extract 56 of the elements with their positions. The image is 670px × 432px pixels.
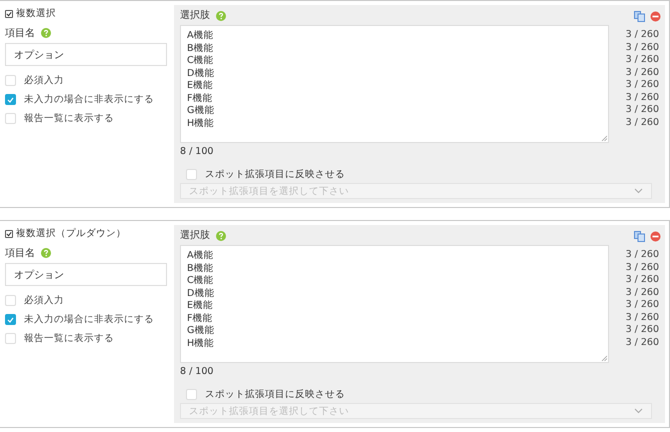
help-icon[interactable] — [216, 230, 226, 240]
choices-field[interactable]: A機能 B機能 C機能 D機能 E機能 F機能 G機能 H機能 — [180, 25, 609, 143]
char-count: 3 / 260 — [626, 274, 659, 286]
help-icon[interactable] — [216, 10, 226, 20]
resize-grip-icon[interactable] — [601, 135, 607, 141]
char-count: 3 / 260 — [626, 312, 659, 324]
checkbox-label: スポット拡張項目に反映させる — [205, 389, 345, 400]
checkbox[interactable] — [5, 10, 13, 18]
checkbox-label: 報告一覧に表示する — [24, 112, 114, 125]
copy-icon[interactable] — [634, 231, 645, 242]
char-count: 3 / 260 — [626, 42, 659, 54]
char-count: 3 / 260 — [626, 54, 659, 66]
char-count: 3 / 260 — [626, 66, 659, 79]
checkbox[interactable] — [5, 314, 16, 325]
choice-count: 8 / 100 — [180, 366, 214, 377]
checkmark-icon — [7, 96, 14, 102]
field-label: 項目名 — [5, 27, 35, 40]
field-type-label: 複数選択（プルダウン） — [16, 227, 126, 240]
choices-field[interactable]: A機能 B機能 C機能 D機能 E機能 F機能 G機能 H機能 — [180, 245, 609, 363]
choice-count: 8 / 100 — [180, 146, 214, 157]
checkmark-icon — [6, 10, 12, 16]
char-count: 3 / 260 — [626, 286, 659, 299]
resize-grip-icon[interactable] — [601, 355, 607, 361]
checkmark-icon — [7, 316, 14, 322]
remove-icon[interactable] — [650, 231, 661, 242]
checkbox[interactable] — [5, 230, 13, 238]
checkbox-label: 未入力の場合に非表示にする — [24, 313, 154, 326]
char-count: 3 / 260 — [626, 104, 659, 116]
caret-icon — [634, 188, 643, 194]
name-field[interactable]: オプション — [5, 263, 167, 286]
checkbox-label: 必須入力 — [24, 294, 64, 307]
char-count: 3 / 260 — [626, 116, 659, 129]
char-count: 3 / 260 — [626, 324, 659, 336]
checkbox-label: スポット拡張項目に反映させる — [205, 169, 345, 180]
copy-icon[interactable] — [634, 11, 645, 22]
char-count: 3 / 260 — [626, 92, 659, 104]
checkmark-icon — [6, 230, 12, 236]
field-label: 選択肢 — [180, 230, 210, 241]
checkbox-label: 未入力の場合に非表示にする — [24, 93, 154, 106]
field-label: 項目名 — [5, 247, 35, 260]
help-icon[interactable] — [41, 28, 51, 38]
field-label: 選択肢 — [180, 10, 210, 21]
char-count: 3 / 260 — [626, 79, 659, 92]
field-type-label: 複数選択 — [16, 7, 56, 20]
remove-icon[interactable] — [650, 11, 661, 22]
checkbox-label: 必須入力 — [24, 74, 64, 87]
checkbox-label: 報告一覧に表示する — [24, 332, 114, 345]
char-count: 3 / 260 — [626, 249, 659, 262]
char-count: 3 / 260 — [626, 336, 659, 349]
char-count: 3 / 260 — [626, 262, 659, 274]
char-count: 3 / 260 — [626, 299, 659, 312]
char-count: 3 / 260 — [626, 29, 659, 42]
help-icon[interactable] — [41, 248, 51, 258]
caret-icon — [634, 408, 643, 414]
name-field[interactable]: オプション — [5, 43, 167, 66]
checkbox[interactable] — [5, 94, 16, 105]
